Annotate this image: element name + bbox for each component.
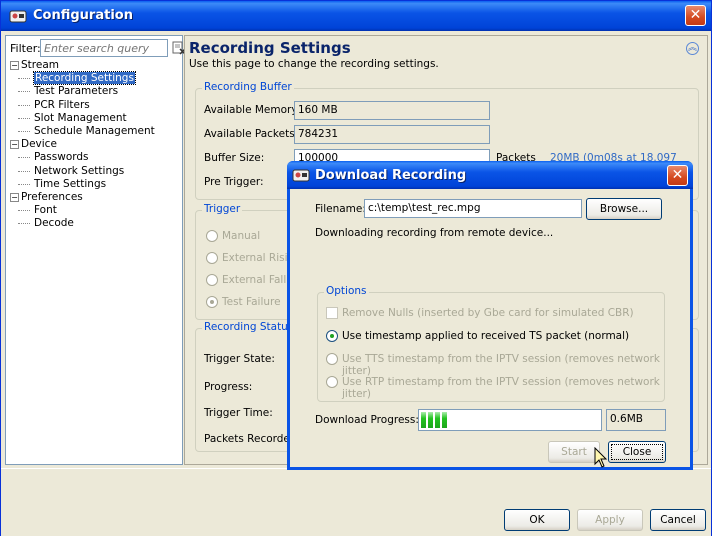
recording-buffer-legend: Recording Buffer — [202, 81, 294, 93]
settings-tree: − Stream Recording Settings Test Paramete… — [10, 59, 155, 231]
ts-timestamp-radio[interactable] — [326, 330, 338, 342]
dialog-title: Download Recording — [315, 168, 467, 183]
available-packets-label: Available Packets: — [204, 128, 299, 140]
apply-button[interactable]: Apply — [577, 509, 643, 531]
external-falling-label: External Fallin — [222, 274, 296, 286]
tree-item-slot-management[interactable]: Slot Management — [10, 112, 155, 125]
mouse-cursor-icon — [594, 447, 608, 468]
progress-label: Progress: — [204, 381, 253, 393]
app-icon — [9, 10, 27, 23]
packets-recorded-label: Packets Recorded — [204, 433, 297, 445]
tree-node-device[interactable]: − Device — [10, 138, 155, 151]
trigger-state-label: Trigger State: — [204, 353, 275, 365]
test-failure-radio[interactable] — [206, 296, 218, 308]
download-progress-bar — [418, 409, 602, 431]
ts-timestamp-label: Use timestamp applied to received TS pac… — [342, 330, 630, 342]
trigger-legend: Trigger — [202, 203, 243, 215]
tts-timestamp-label: Use TTS timestamp from the IPTV session … — [342, 353, 660, 377]
tree-node-stream[interactable]: − Stream — [10, 59, 155, 72]
buffer-size-label: Buffer Size: — [204, 152, 265, 164]
page-subtitle: Use this page to change the recording se… — [189, 58, 439, 70]
download-recording-dialog: Download Recording ✕ Filename: c:\temp\t… — [287, 161, 693, 470]
tree-item-decode[interactable]: Decode — [10, 217, 155, 230]
progress-segment — [421, 412, 426, 428]
tree-item-recording-settings[interactable]: Recording Settings — [10, 71, 155, 86]
ok-button[interactable]: OK — [504, 509, 570, 531]
rtp-timestamp-radio[interactable] — [326, 376, 338, 388]
pre-trigger-label: Pre Trigger: — [204, 176, 264, 188]
available-memory-label: Available Memory: — [204, 104, 301, 116]
tree-item-test-parameters[interactable]: Test Parameters — [10, 85, 155, 98]
tree-item-passwords[interactable]: Passwords — [10, 151, 155, 164]
progress-segment — [442, 412, 447, 428]
collapse-icon[interactable]: − — [10, 193, 19, 203]
rtp-timestamp-label: Use RTP timestamp from the IPTV session … — [342, 376, 660, 400]
tree-item-network-settings[interactable]: Network Settings — [10, 165, 155, 178]
cancel-button[interactable]: Cancel — [650, 509, 706, 531]
button-bar: OK Apply Cancel — [1, 468, 711, 536]
external-rising-radio[interactable] — [206, 252, 218, 264]
progress-size-value: 0.6MB — [606, 409, 666, 431]
filter-label: Filter: — [10, 42, 41, 55]
collapse-icon[interactable]: − — [10, 140, 19, 150]
progress-segment — [435, 412, 440, 428]
dialog-app-icon — [292, 169, 310, 182]
tree-item-pcr-filters[interactable]: PCR Filters — [10, 99, 155, 112]
tree-item-font[interactable]: Font — [10, 204, 155, 217]
dialog-body: Filename: c:\temp\test_rec.mpg Browse...… — [290, 189, 690, 467]
close-button[interactable]: Close — [608, 441, 666, 463]
collapse-icon[interactable]: − — [10, 61, 19, 70]
available-packets-value: 784231 — [294, 125, 490, 144]
tree-item-schedule-management[interactable]: Schedule Management — [10, 125, 155, 138]
filter-input[interactable] — [40, 39, 168, 57]
external-falling-radio[interactable] — [206, 274, 218, 286]
browse-button[interactable]: Browse... — [586, 198, 662, 220]
recording-status-legend: Recording Status — [202, 321, 296, 333]
start-button[interactable]: Start — [548, 441, 600, 463]
close-icon[interactable]: ✕ — [685, 5, 706, 26]
manual-radio[interactable] — [206, 230, 218, 242]
collapse-header-icon[interactable]: ︽ — [686, 42, 699, 55]
title-bar: Configuration ✕ — [1, 1, 711, 31]
tree-item-time-settings[interactable]: Time Settings — [10, 178, 155, 191]
page-title: Recording Settings — [189, 39, 351, 57]
download-status-text: Downloading recording from remote device… — [315, 227, 554, 239]
test-failure-label: Test Failure — [222, 296, 281, 308]
progress-segment — [428, 412, 433, 428]
window-title: Configuration — [33, 8, 133, 23]
filename-input[interactable]: c:\temp\test_rec.mpg — [364, 199, 582, 218]
available-memory-value: 160 MB — [294, 101, 490, 120]
remove-nulls-checkbox[interactable] — [326, 307, 338, 319]
external-rising-label: External Risin — [222, 252, 295, 264]
options-group: Options Remove Nulls (inserted by Gbe ca… — [317, 285, 665, 402]
tts-timestamp-radio[interactable] — [326, 353, 338, 365]
tree-node-preferences[interactable]: − Preferences — [10, 191, 155, 204]
remove-nulls-label: Remove Nulls (inserted by Gbe card for s… — [342, 307, 634, 319]
dialog-close-icon[interactable]: ✕ — [667, 165, 688, 186]
dialog-title-bar: Download Recording ✕ — [287, 161, 693, 189]
options-legend: Options — [324, 285, 369, 297]
trigger-time-label: Trigger Time: — [204, 407, 273, 419]
manual-label: Manual — [222, 230, 261, 242]
filename-label: Filename: — [315, 203, 366, 215]
sidebar: Filter: −Stream Recording Settings Test … — [5, 35, 186, 465]
download-progress-label: Download Progress: — [315, 414, 419, 426]
